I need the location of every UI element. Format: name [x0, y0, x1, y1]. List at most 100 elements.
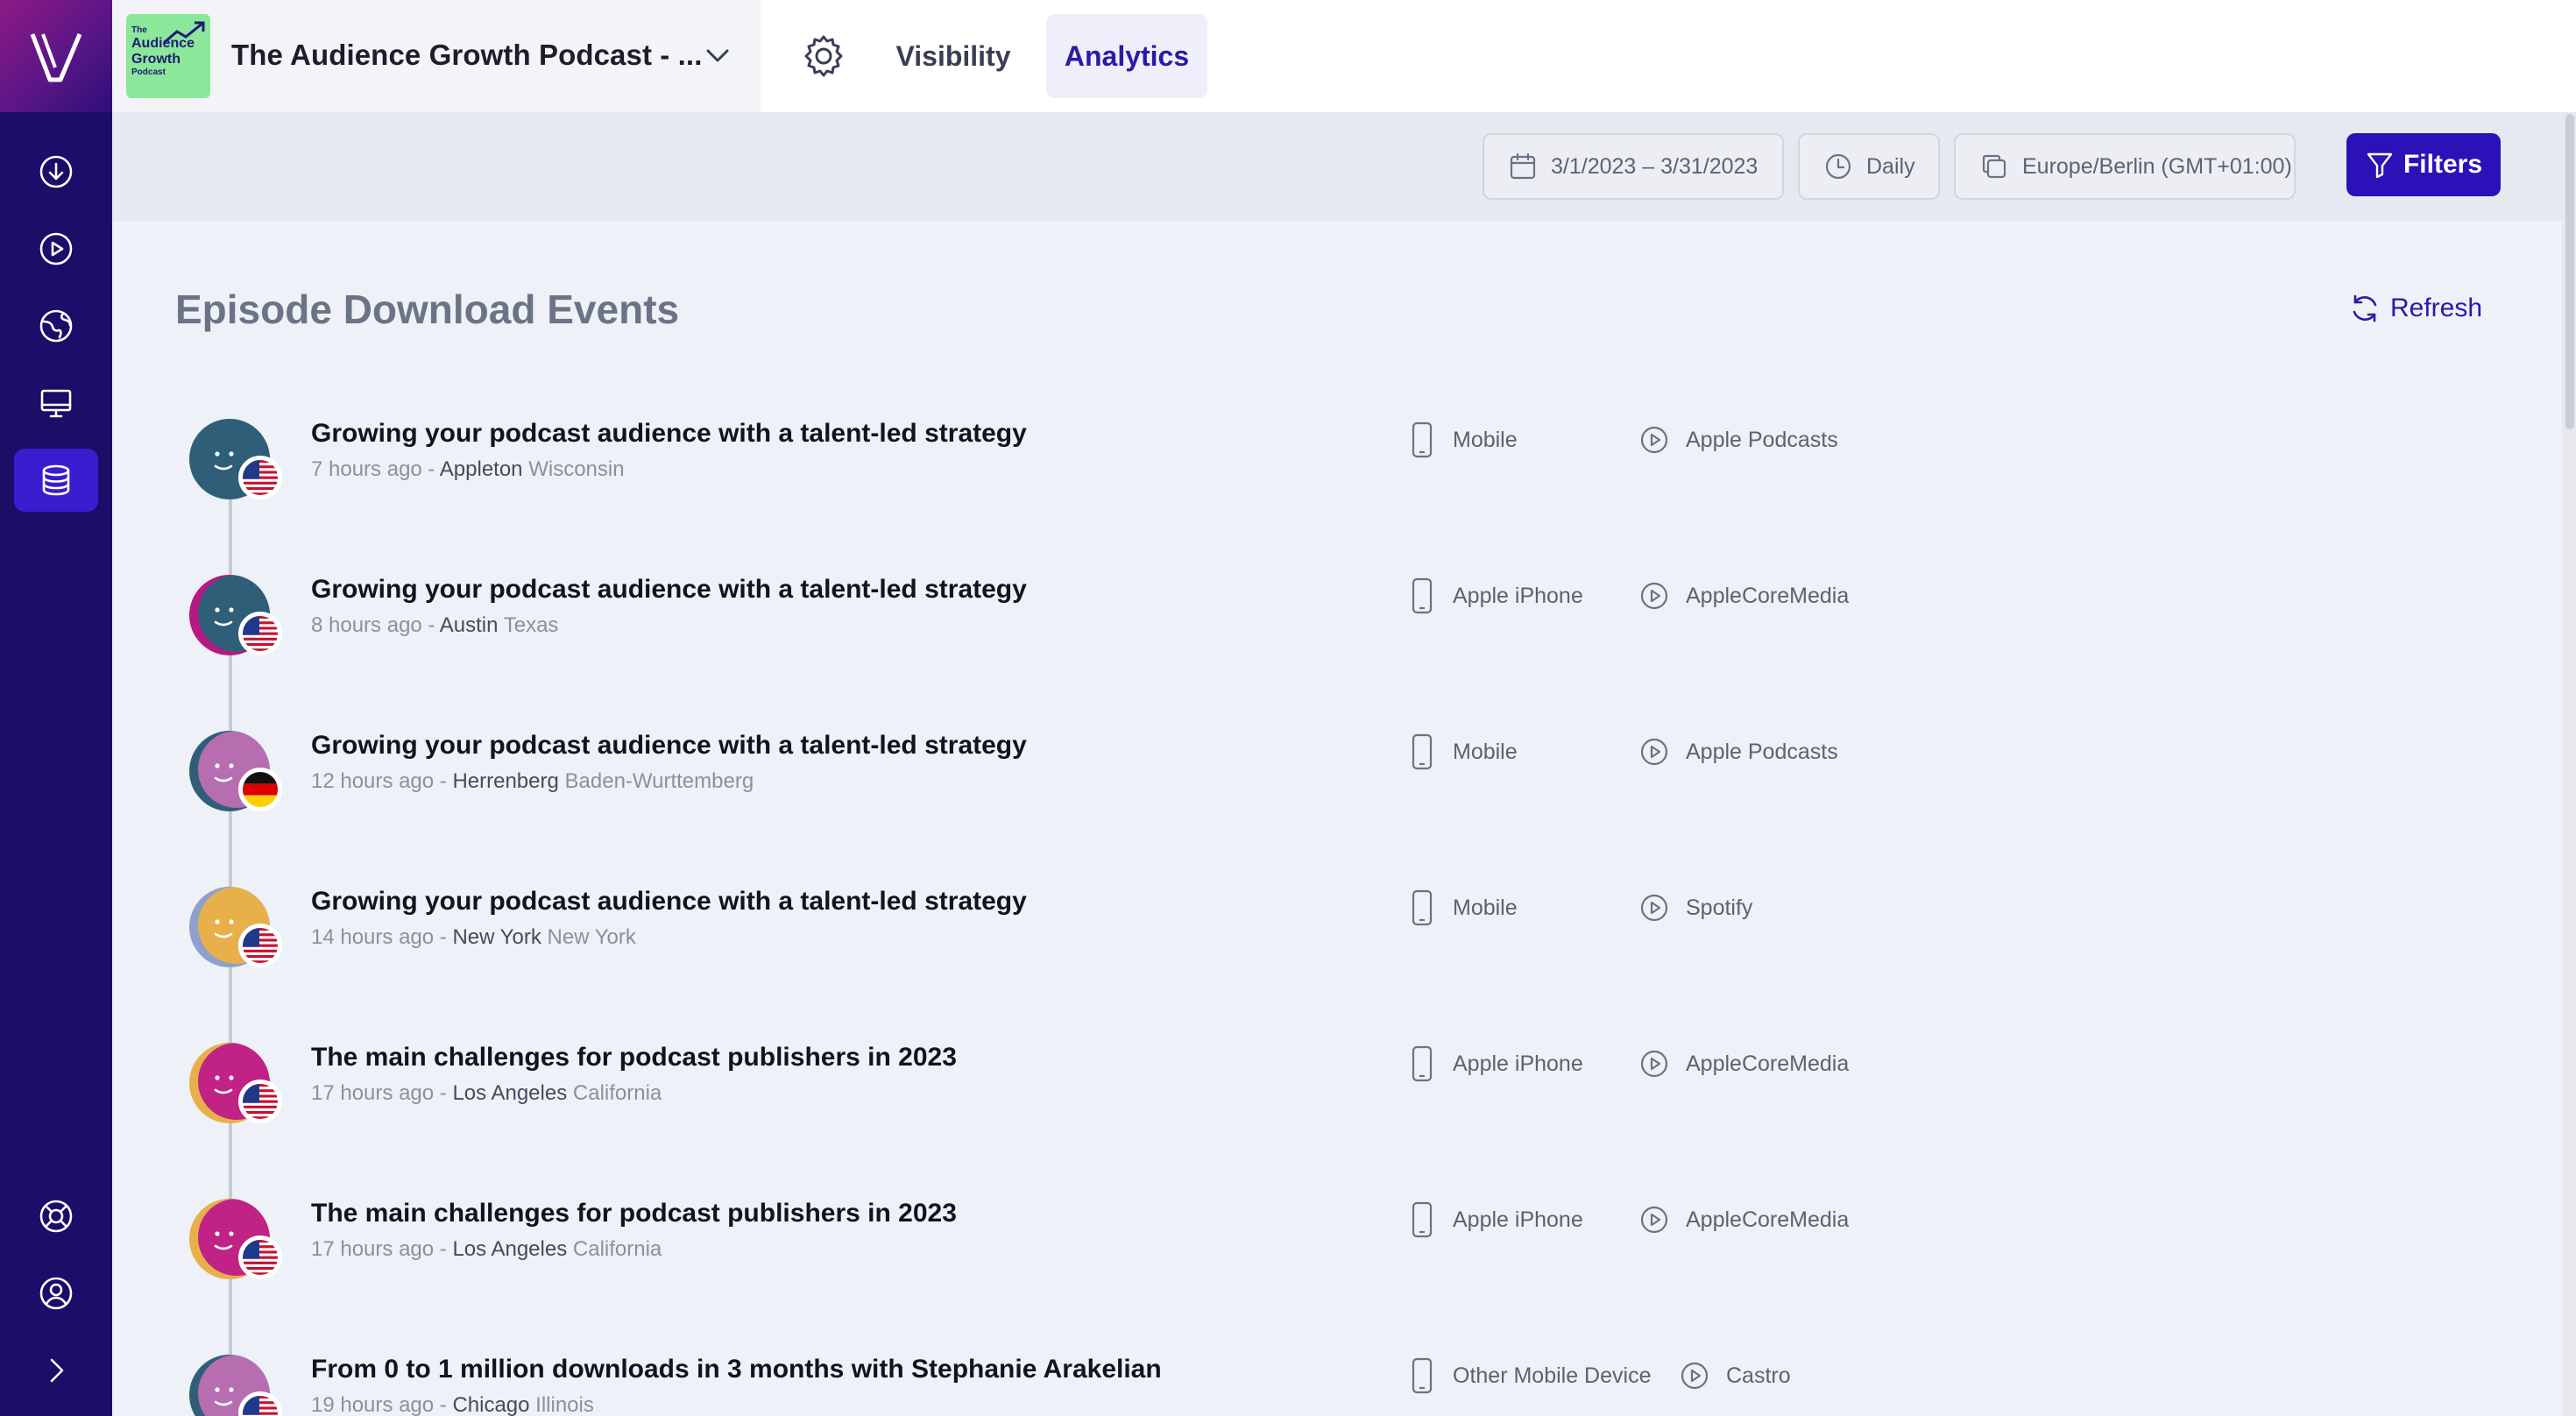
smartphone-icon	[1412, 1201, 1433, 1238]
growth-arrow-icon	[164, 21, 205, 44]
device-label: Other Mobile Device	[1453, 1363, 1652, 1388]
database-icon	[42, 464, 70, 496]
list-item[interactable]: The main challenges for podcast publishe…	[175, 1036, 2366, 1158]
event-time: 17 hours ago	[311, 1081, 435, 1105]
play-circle-icon	[1640, 426, 1668, 454]
device-info: Apple iPhone	[1411, 1045, 1583, 1082]
platform-label: Castro	[1726, 1363, 1791, 1388]
sidebar-item-distribution[interactable]	[14, 294, 98, 358]
globe-icon	[39, 309, 73, 343]
episode-title[interactable]: The main challenges for podcast publishe…	[311, 1043, 957, 1073]
separator: -	[434, 1393, 453, 1416]
filters-button[interactable]: Filters	[2346, 133, 2501, 196]
event-meta: 8 hours ago - Austin Texas	[311, 613, 558, 638]
refresh-label: Refresh	[2390, 294, 2483, 322]
event-time: 17 hours ago	[311, 1237, 435, 1261]
event-region: Baden-Wurttemberg	[564, 769, 754, 793]
episode-title[interactable]: The main challenges for podcast publishe…	[311, 1199, 957, 1228]
lifebuoy-icon	[39, 1200, 73, 1233]
event-meta: 12 hours ago - Herrenberg Baden-Wurttemb…	[311, 769, 754, 794]
sidebar-item-analytics[interactable]	[14, 449, 98, 512]
device-label: Mobile	[1453, 427, 1518, 452]
clock-icon	[1825, 153, 1851, 180]
country-flag-icon	[238, 768, 282, 811]
event-meta: 19 hours ago - Chicago Illinois	[311, 1393, 594, 1416]
app-logo[interactable]	[0, 0, 112, 112]
list-item[interactable]: From 0 to 1 million downloads in 3 month…	[175, 1348, 2366, 1416]
date-range-value: 3/1/2023 – 3/31/2023	[1551, 153, 1759, 179]
help-button[interactable]	[14, 1185, 98, 1248]
episode-title[interactable]: Growing your podcast audience with a tal…	[311, 731, 1027, 761]
separator: -	[434, 1081, 453, 1105]
top-bar: The Audience Growth Podcast The Audience…	[112, 0, 2576, 112]
episode-title[interactable]: Growing your podcast audience with a tal…	[311, 575, 1027, 605]
platform-label: AppleCoreMedia	[1686, 1051, 1850, 1076]
event-region: California	[572, 1237, 662, 1261]
event-time: 8 hours ago	[311, 613, 422, 637]
play-circle-icon	[1640, 582, 1668, 610]
list-item[interactable]: Growing your podcast audience with a tal…	[175, 724, 2366, 846]
scrollbar-thumb[interactable]	[2565, 114, 2574, 429]
event-time: 14 hours ago	[311, 925, 435, 949]
event-meta: 17 hours ago - Los Angeles California	[311, 1081, 662, 1106]
analytics-toolbar: 3/1/2023 – 3/31/2023 Daily Europe/Berlin…	[112, 112, 2562, 221]
smartphone-icon	[1412, 1357, 1433, 1394]
refresh-button[interactable]: Refresh	[2348, 291, 2482, 326]
tab-analytics[interactable]: Analytics	[1046, 14, 1207, 98]
sidebar-item-downloads[interactable]	[14, 140, 98, 203]
refresh-icon	[2353, 294, 2377, 322]
country-flag-icon	[238, 1235, 282, 1279]
platform-info: Castro	[1679, 1358, 1791, 1393]
event-meta: 14 hours ago - New York New York	[311, 925, 636, 950]
separator: -	[434, 925, 453, 949]
smartphone-icon	[1412, 733, 1433, 770]
event-region: Wisconsin	[528, 457, 625, 481]
sidebar-item-episodes[interactable]	[14, 217, 98, 280]
event-city: New York	[452, 925, 541, 949]
device-info: Apple iPhone	[1411, 577, 1583, 614]
event-time: 12 hours ago	[311, 769, 435, 793]
episode-title[interactable]: From 0 to 1 million downloads in 3 month…	[311, 1355, 1162, 1384]
user-circle-icon	[39, 1277, 73, 1310]
sidebar	[0, 0, 112, 1416]
episode-title[interactable]: Growing your podcast audience with a tal…	[311, 887, 1027, 917]
country-flag-icon	[238, 612, 282, 655]
event-region: New York	[547, 925, 636, 949]
event-time: 19 hours ago	[311, 1393, 435, 1416]
calendar-icon	[1510, 152, 1536, 180]
page-title: Episode Download Events	[175, 287, 680, 332]
separator: -	[434, 769, 453, 793]
device-info: Apple iPhone	[1411, 1201, 1583, 1238]
chevron-right-icon	[50, 1358, 64, 1383]
podcast-selector[interactable]: The Audience Growth Podcast The Audience…	[112, 0, 761, 112]
expand-sidebar-button[interactable]	[14, 1339, 98, 1402]
list-item[interactable]: The main challenges for podcast publishe…	[175, 1192, 2366, 1314]
list-item[interactable]: Growing your podcast audience with a tal…	[175, 412, 2366, 535]
platform-info: AppleCoreMedia	[1638, 1046, 1849, 1081]
device-info: Mobile	[1411, 733, 1518, 770]
timezone-select[interactable]: Europe/Berlin (GMT+01:00)	[1954, 133, 2296, 200]
list-item[interactable]: Growing your podcast audience with a tal…	[175, 880, 2366, 1002]
date-range-picker[interactable]: 3/1/2023 – 3/31/2023	[1483, 133, 1784, 200]
list-item[interactable]: Growing your podcast audience with a tal…	[175, 568, 2366, 690]
podcast-title: The Audience Growth Podcast - ...	[231, 39, 703, 71]
event-city: Austin	[439, 613, 499, 637]
chevron-down-icon[interactable]	[704, 44, 731, 67]
event-city: Los Angeles	[452, 1081, 568, 1105]
episode-title[interactable]: Growing your podcast audience with a tal…	[311, 419, 1027, 449]
smartphone-icon	[1412, 577, 1433, 614]
platform-info: Apple Podcasts	[1638, 734, 1838, 769]
gear-icon[interactable]	[796, 28, 852, 84]
event-meta: 17 hours ago - Los Angeles California	[311, 1237, 662, 1262]
platform-info: AppleCoreMedia	[1638, 1202, 1849, 1237]
sidebar-item-website[interactable]	[14, 372, 98, 435]
tab-visibility[interactable]: Visibility	[874, 14, 1032, 98]
platform-label: Spotify	[1686, 895, 1753, 920]
event-time: 7 hours ago	[311, 457, 422, 481]
separator: -	[434, 1237, 453, 1261]
account-button[interactable]	[14, 1262, 98, 1325]
country-flag-icon	[238, 924, 282, 967]
country-flag-icon	[238, 456, 282, 499]
interval-select[interactable]: Daily	[1798, 133, 1940, 200]
event-meta: 7 hours ago - Appleton Wisconsin	[311, 457, 625, 482]
